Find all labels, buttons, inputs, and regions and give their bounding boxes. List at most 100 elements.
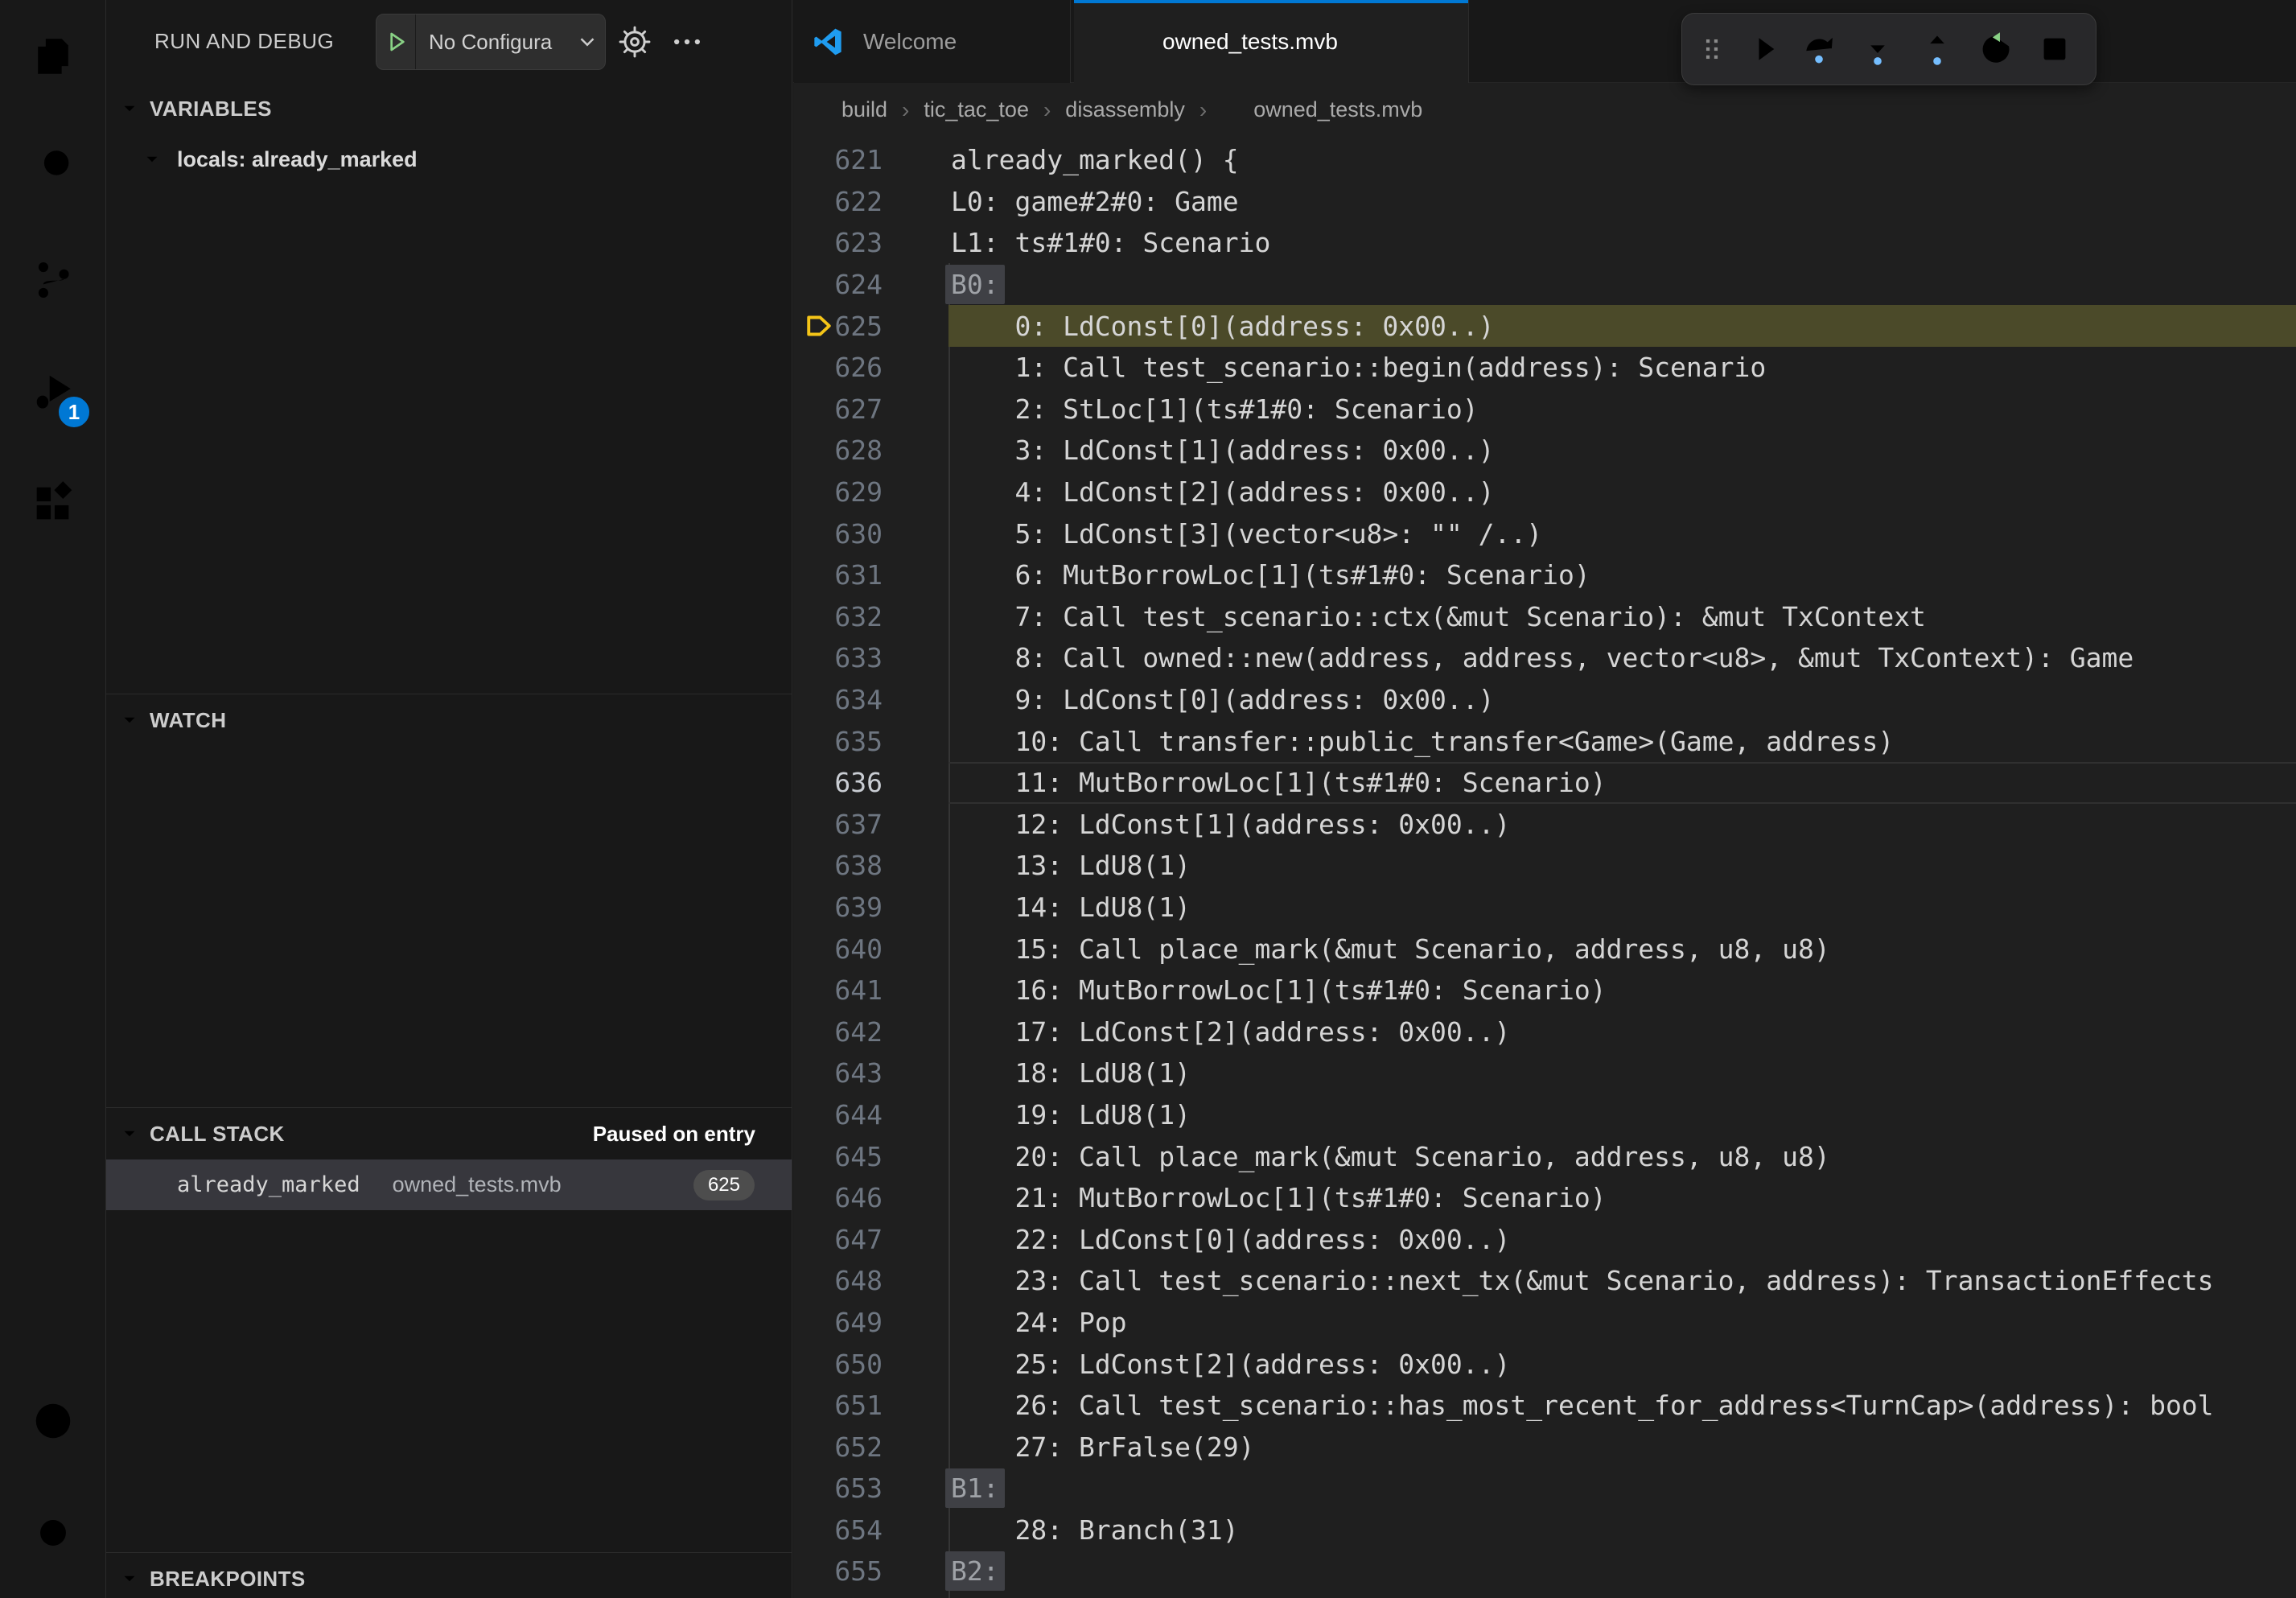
code-line[interactable]: 646 21: MutBorrowLoc[1](ts#1#0: Scenario… <box>793 1177 2296 1219</box>
code-line[interactable]: 626 1: Call test_scenario::begin(address… <box>793 347 2296 389</box>
code-line-gutter[interactable]: 647 <box>793 1218 909 1260</box>
variables-locals-scope[interactable]: locals: already_marked <box>106 134 792 185</box>
code-line[interactable]: 624 B0: <box>793 264 2296 306</box>
code-line[interactable]: 621 already_marked() { <box>793 139 2296 181</box>
debug-configuration-dropdown[interactable]: No Configura <box>376 14 606 70</box>
code-line-gutter[interactable]: 655 <box>793 1551 909 1592</box>
code-line[interactable]: 625 0: LdConst[0](address: 0x00..) <box>793 305 2296 347</box>
code-editor[interactable]: 621 already_marked() { 622 L0: game#2#0:… <box>793 137 2296 1598</box>
code-line[interactable]: 652 27: BrFalse(29) <box>793 1426 2296 1468</box>
code-line-gutter[interactable]: 622 <box>793 181 909 223</box>
code-line-gutter[interactable]: 638 <box>793 845 909 887</box>
code-line-gutter[interactable]: 635 <box>793 720 909 762</box>
code-line[interactable]: 644 19: LdU8(1) <box>793 1094 2296 1136</box>
call-stack-frame[interactable]: already_marked owned_tests.mvb 625 <box>106 1159 792 1210</box>
restart-button[interactable] <box>1966 21 2025 77</box>
more-actions-icon[interactable] <box>669 24 705 60</box>
start-debugging-button[interactable] <box>376 14 416 69</box>
code-line-gutter[interactable]: 634 <box>793 679 909 721</box>
code-line-gutter[interactable]: 626 <box>793 347 909 389</box>
code-line[interactable]: 649 24: Pop <box>793 1302 2296 1344</box>
breadcrumb-item[interactable]: build <box>841 97 887 122</box>
code-line-gutter[interactable]: 639 <box>793 887 909 929</box>
code-line[interactable]: 641 16: MutBorrowLoc[1](ts#1#0: Scenario… <box>793 970 2296 1011</box>
code-line[interactable]: 627 2: StLoc[1](ts#1#0: Scenario) <box>793 389 2296 430</box>
code-line-gutter[interactable]: 650 <box>793 1343 909 1385</box>
code-line[interactable]: 643 18: LdU8(1) <box>793 1052 2296 1094</box>
code-line[interactable]: 633 8: Call owned::new(address, address,… <box>793 637 2296 679</box>
code-line-gutter[interactable]: 649 <box>793 1302 909 1344</box>
code-line-gutter[interactable]: 625 <box>793 305 909 347</box>
activity-item-explorer[interactable] <box>0 0 106 112</box>
code-line[interactable]: 635 10: Call transfer::public_transfer<G… <box>793 720 2296 762</box>
code-line-gutter[interactable]: 643 <box>793 1052 909 1094</box>
code-line-gutter[interactable]: 630 <box>793 513 909 554</box>
activity-item-extensions[interactable] <box>0 447 106 559</box>
activity-item-search[interactable] <box>0 112 106 224</box>
code-line[interactable]: 642 17: LdConst[2](address: 0x00..) <box>793 1011 2296 1052</box>
tab-welcome[interactable]: Welcome <box>794 0 1071 83</box>
code-line-gutter[interactable]: 641 <box>793 970 909 1011</box>
code-line[interactable]: 640 15: Call place_mark(&mut Scenario, a… <box>793 928 2296 970</box>
watch-section-header[interactable]: WATCH <box>106 694 792 746</box>
activity-item-settings[interactable] <box>0 1477 106 1588</box>
code-line-gutter[interactable]: 627 <box>793 389 909 430</box>
code-line[interactable]: 648 23: Call test_scenario::next_tx(&mut… <box>793 1260 2296 1302</box>
code-line[interactable]: 634 9: LdConst[0](address: 0x00..) <box>793 679 2296 721</box>
code-line-gutter[interactable]: 624 <box>793 264 909 306</box>
code-line[interactable]: 631 6: MutBorrowLoc[1](ts#1#0: Scenario) <box>793 554 2296 596</box>
breakpoints-section-header[interactable]: BREAKPOINTS <box>106 1553 792 1598</box>
code-line[interactable]: 637 12: LdConst[1](address: 0x00..) <box>793 804 2296 846</box>
code-line-gutter[interactable]: 631 <box>793 554 909 596</box>
code-line-gutter[interactable]: 628 <box>793 430 909 472</box>
activity-item-accounts[interactable] <box>0 1365 106 1477</box>
debug-toolbar-drag-handle[interactable] <box>1693 28 1730 70</box>
code-line[interactable]: 639 14: LdU8(1) <box>793 887 2296 929</box>
code-line-gutter[interactable]: 621 <box>793 139 909 181</box>
debug-settings-gear-icon[interactable] <box>617 24 652 60</box>
code-line-gutter[interactable]: 623 <box>793 222 909 264</box>
code-line[interactable]: 628 3: LdConst[1](address: 0x00..) <box>793 430 2296 472</box>
code-line[interactable]: 650 25: LdConst[2](address: 0x00..) <box>793 1343 2296 1385</box>
breadcrumb-item[interactable]: disassembly <box>1065 97 1185 122</box>
code-line[interactable]: 651 26: Call test_scenario::has_most_rec… <box>793 1385 2296 1427</box>
close-icon[interactable] <box>1423 28 1450 56</box>
code-line[interactable]: 623 L1: ts#1#0: Scenario <box>793 222 2296 264</box>
code-line-gutter[interactable]: 652 <box>793 1426 909 1468</box>
code-line[interactable]: 632 7: Call test_scenario::ctx(&mut Scen… <box>793 596 2296 638</box>
code-line-gutter[interactable]: 646 <box>793 1177 909 1219</box>
code-line-gutter[interactable]: 637 <box>793 804 909 846</box>
code-line-gutter[interactable]: 645 <box>793 1135 909 1177</box>
code-line[interactable]: 655 B2: <box>793 1551 2296 1592</box>
activity-item-source-control[interactable] <box>0 224 106 336</box>
code-line[interactable]: 622 L0: game#2#0: Game <box>793 181 2296 223</box>
code-line-gutter[interactable]: 651 <box>793 1385 909 1427</box>
code-line-gutter[interactable]: 640 <box>793 928 909 970</box>
call-stack-section-header[interactable]: CALL STACK Paused on entry <box>106 1108 792 1159</box>
code-line-gutter[interactable]: 654 <box>793 1509 909 1551</box>
breadcrumb-item[interactable]: tic_tac_toe <box>924 97 1029 122</box>
code-line-gutter[interactable]: 653 <box>793 1468 909 1509</box>
breadcrumb-item[interactable]: owned_tests.mvb <box>1221 97 1422 122</box>
activity-item-run-and-debug[interactable]: 1 <box>0 336 106 447</box>
code-line[interactable]: 638 13: LdU8(1) <box>793 845 2296 887</box>
continue-button[interactable] <box>1730 21 1789 77</box>
code-line[interactable]: 629 4: LdConst[2](address: 0x00..) <box>793 472 2296 513</box>
code-line[interactable]: 630 5: LdConst[3](vector<u8>: "" /..) <box>793 513 2296 554</box>
code-line-gutter[interactable]: 632 <box>793 596 909 638</box>
code-line[interactable]: 645 20: Call place_mark(&mut Scenario, a… <box>793 1135 2296 1177</box>
code-line-gutter[interactable]: 636 <box>793 762 909 804</box>
tab-owned-tests-mvb[interactable]: owned_tests.mvb <box>1074 0 1469 84</box>
stop-button[interactable] <box>2026 21 2084 77</box>
code-line-gutter[interactable]: 648 <box>793 1260 909 1302</box>
step-out-button[interactable] <box>1907 21 1966 77</box>
code-line-gutter[interactable]: 633 <box>793 637 909 679</box>
code-line-gutter[interactable]: 644 <box>793 1094 909 1136</box>
code-line-gutter[interactable]: 642 <box>793 1011 909 1052</box>
step-over-button[interactable] <box>1789 21 1848 77</box>
code-line[interactable]: 654 28: Branch(31) <box>793 1509 2296 1551</box>
code-line[interactable]: 636 11: MutBorrowLoc[1](ts#1#0: Scenario… <box>793 762 2296 804</box>
variables-section-header[interactable]: VARIABLES <box>106 83 792 134</box>
code-line[interactable]: 647 22: LdConst[0](address: 0x00..) <box>793 1218 2296 1260</box>
code-line-gutter[interactable]: 629 <box>793 472 909 513</box>
